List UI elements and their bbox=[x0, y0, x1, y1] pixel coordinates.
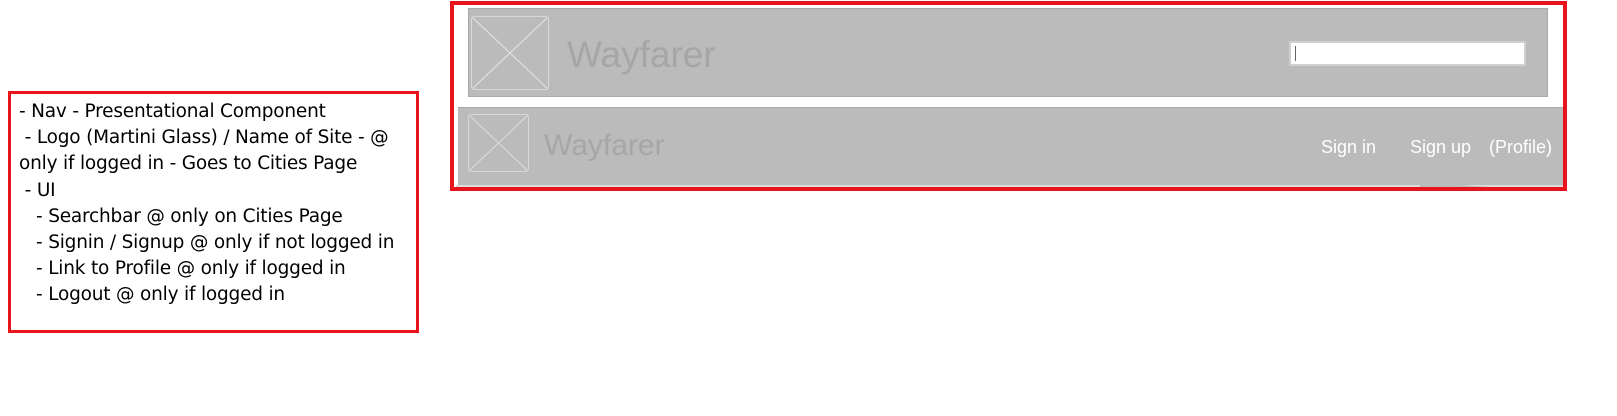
divider bbox=[456, 185, 1563, 187]
annotation-box: - Nav - Presentational Component - Logo … bbox=[8, 91, 419, 333]
nav-mockup-frame: Wayfarer Wayfarer Sign in Sign up (Profi… bbox=[450, 1, 1567, 191]
annotation-line: - Link to Profile @ only if logged in bbox=[19, 258, 346, 280]
search-input[interactable] bbox=[1289, 41, 1526, 66]
annotation-line: - Logo (Martini Glass) / Name of Site - … bbox=[19, 127, 389, 149]
site-name[interactable]: Wayfarer bbox=[544, 129, 665, 163]
site-name[interactable]: Wayfarer bbox=[567, 34, 716, 76]
logo-placeholder-icon[interactable] bbox=[468, 114, 529, 172]
profile-link[interactable]: (Profile) bbox=[1489, 137, 1552, 158]
text-caret bbox=[1295, 46, 1296, 61]
annotation-line: - Logout @ only if logged in bbox=[19, 284, 285, 306]
logo-placeholder-icon[interactable] bbox=[471, 16, 549, 90]
nav-bar-logged-out: Wayfarer Sign in Sign up (Profile) bbox=[458, 107, 1563, 185]
annotation-line: - Searchbar @ only on Cities Page bbox=[19, 205, 343, 227]
dropdown-edge-shape bbox=[1420, 177, 1490, 187]
annotation-line: only if logged in - Goes to Cities Page bbox=[19, 153, 358, 175]
annotation-line: - UI bbox=[19, 179, 56, 201]
nav-bar-cities-page: Wayfarer bbox=[468, 8, 1548, 97]
sign-up-link[interactable]: Sign up bbox=[1410, 137, 1471, 158]
annotation-line: - Signin / Signup @ only if not logged i… bbox=[19, 232, 395, 254]
sign-in-link[interactable]: Sign in bbox=[1321, 137, 1376, 158]
annotation-line: - Nav - Presentational Component bbox=[19, 101, 326, 122]
